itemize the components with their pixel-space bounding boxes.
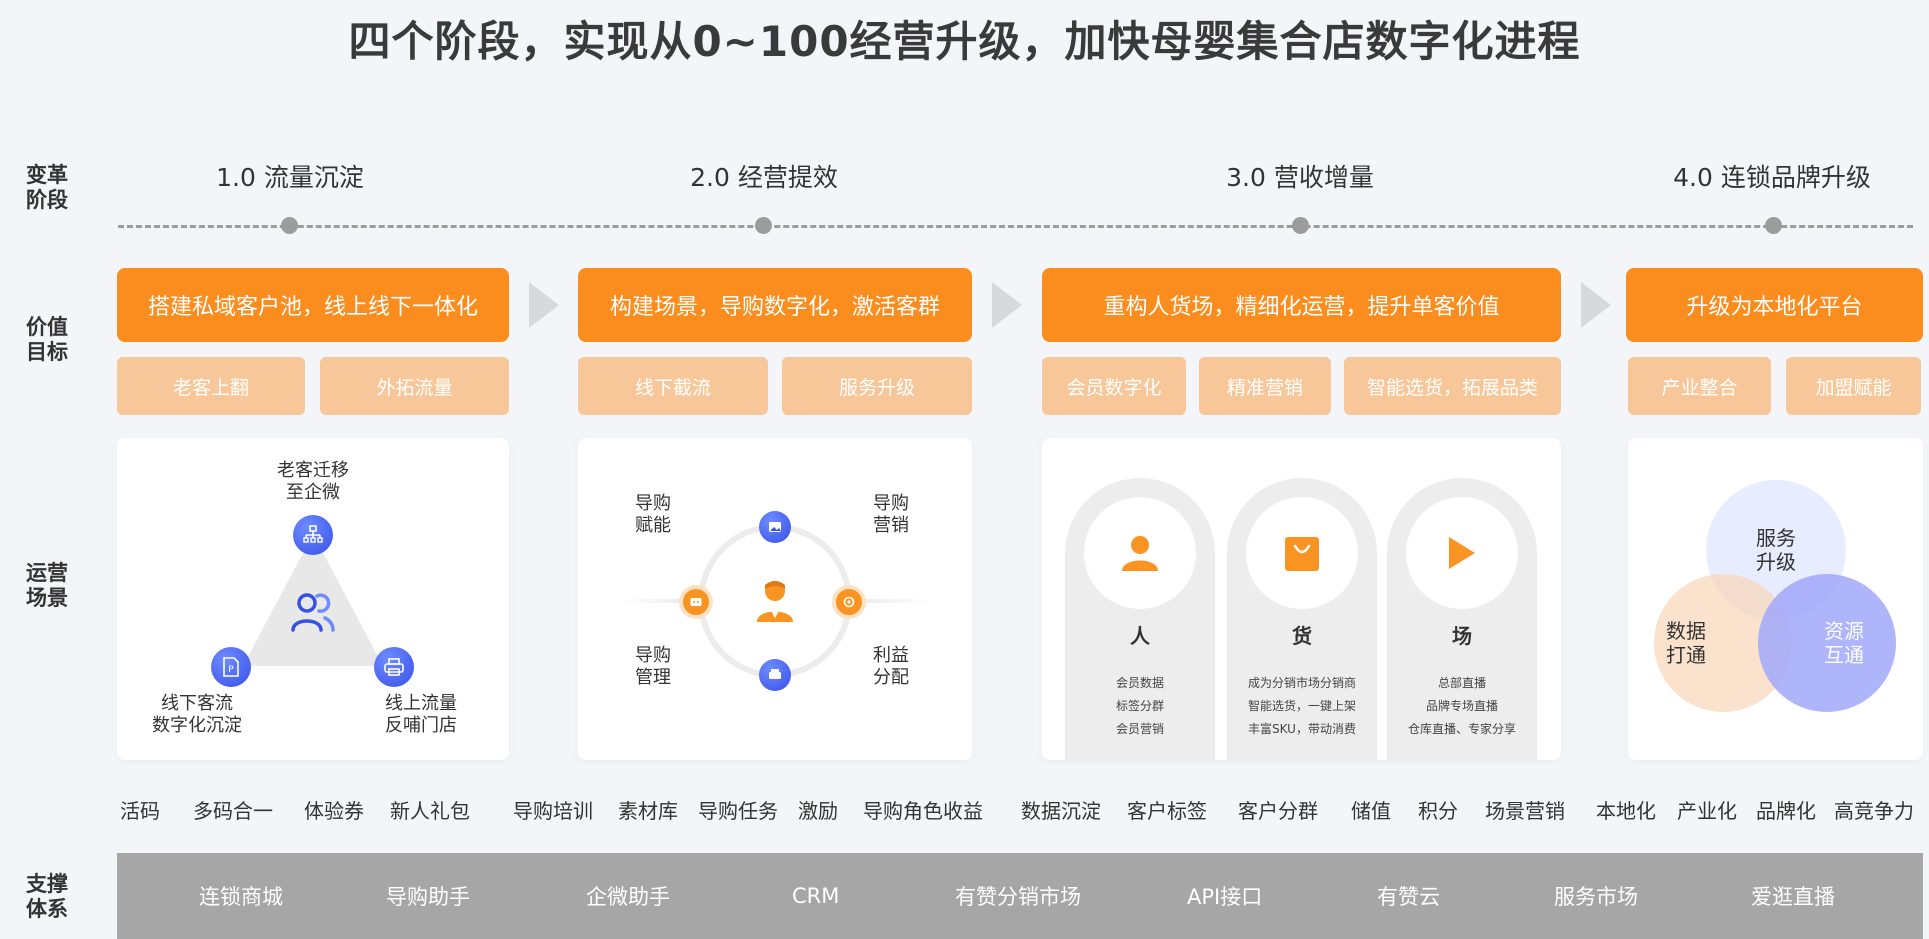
support-item: 有赞分销市场 xyxy=(955,885,1081,909)
chevron-right-icon xyxy=(1581,282,1611,328)
arch-text: 会员数据 标签分群 会员营销 xyxy=(1115,676,1164,736)
support-bar: 连锁商城 导购助手 企微助手 CRM 有赞分销市场 API接口 有赞云 服务市场… xyxy=(117,853,1923,939)
row-label-scene: 运营 场景 xyxy=(26,561,68,610)
arch-title: 场 xyxy=(1452,624,1472,648)
goal-4: 升级为本地化平台 xyxy=(1626,268,1923,342)
arch-title: 人 xyxy=(1130,624,1150,648)
timeline-dot-4 xyxy=(1765,217,1782,234)
label-left: 线下客流 数字化沉淀 xyxy=(152,693,242,736)
tag: 本地化 xyxy=(1596,799,1656,823)
support-item: 爱逛直播 xyxy=(1751,885,1835,909)
row-label-goal: 价值 目标 xyxy=(26,315,68,364)
tag: 数据沉淀 xyxy=(1021,799,1101,823)
stage-title-1: 1.0 流量沉淀 xyxy=(216,163,364,192)
stage-title-4: 4.0 连锁品牌升级 xyxy=(1673,163,1871,192)
target-icon xyxy=(832,585,866,619)
tag: 积分 xyxy=(1418,799,1458,823)
tag: 品牌化 xyxy=(1756,799,1816,823)
tag: 多码合一 xyxy=(193,799,273,823)
sub-goal: 外拓流量 xyxy=(320,357,509,415)
label-right: 线上流量 反哺门店 xyxy=(385,693,457,736)
arch-title: 货 xyxy=(1292,624,1312,648)
support-item: 连锁商城 xyxy=(199,885,283,909)
stage-title-3: 3.0 营收增量 xyxy=(1226,163,1374,192)
arch-text: 成为分销市场分销商 智能选货，一键上架 丰富SKU，带动消费 xyxy=(1247,676,1356,736)
page-title: 四个阶段，实现从0~100经营升级，加快母婴集合店数字化进程 xyxy=(348,17,1581,66)
scene-card-2: 导购 赋能 导购 营销 导购 管理 利益 分配 xyxy=(578,438,972,760)
people-icon xyxy=(289,590,337,638)
sub-goal: 智能选货，拓展品类 xyxy=(1344,357,1561,415)
support-item: 企微助手 xyxy=(586,885,670,909)
document-icon: P xyxy=(211,647,251,687)
person-icon xyxy=(1084,497,1196,609)
sub-goal: 线下截流 xyxy=(578,357,768,415)
sub-goal: 加盟赋能 xyxy=(1786,357,1921,415)
goal-2: 构建场景，导购数字化，激活客群 xyxy=(578,268,972,342)
timeline-line xyxy=(118,225,1913,228)
tag: 产业化 xyxy=(1677,799,1737,823)
tag: 导购培训 xyxy=(513,799,593,823)
tag: 激励 xyxy=(798,799,838,823)
tag: 活码 xyxy=(120,799,160,823)
row-label-stage: 变革 阶段 xyxy=(26,163,68,212)
shopping-guide-avatar-icon xyxy=(755,578,795,628)
printer-icon xyxy=(759,659,791,691)
tag: 素材库 xyxy=(618,799,678,823)
support-item: API接口 xyxy=(1187,885,1263,909)
sub-goal: 老客上翻 xyxy=(117,357,305,415)
tag: 客户分群 xyxy=(1238,799,1318,823)
sub-goal: 产业整合 xyxy=(1628,357,1771,415)
tag: 客户标签 xyxy=(1127,799,1207,823)
org-chart-icon xyxy=(293,515,333,555)
support-item: 有赞云 xyxy=(1377,885,1440,909)
label-bottom-left: 导购 管理 xyxy=(635,645,671,688)
image-icon xyxy=(759,511,791,543)
printer-icon xyxy=(374,647,414,687)
tag: 导购角色收益 xyxy=(863,799,983,823)
scene-card-4: 服务 升级 数据 打通 资源 互通 xyxy=(1628,438,1923,760)
chevron-right-icon xyxy=(992,282,1022,328)
goal-3: 重构人货场，精细化运营，提升单客价值 xyxy=(1042,268,1561,342)
stage-title-2: 2.0 经营提效 xyxy=(690,163,838,192)
play-icon xyxy=(1406,497,1518,609)
venn-circle-right: 资源 互通 xyxy=(1758,574,1896,712)
goal-1: 搭建私域客户池，线上线下一体化 xyxy=(117,268,509,342)
label-top-right: 导购 营销 xyxy=(873,493,909,536)
tag: 体验券 xyxy=(304,799,364,823)
arch-text: 总部直播 品牌专场直播 仓库直播、专家分享 xyxy=(1407,676,1516,736)
scene-card-1: 老客迁移 至企微 P 线下客流 数字化沉淀 线上流量 反哺门店 xyxy=(117,438,509,760)
support-item: CRM xyxy=(792,884,840,908)
arch-people: 人 会员数据 标签分群 会员营销 xyxy=(1065,478,1215,760)
tag: 导购任务 xyxy=(698,799,778,823)
timeline-dot-3 xyxy=(1292,217,1309,234)
chevron-right-icon xyxy=(529,282,559,328)
support-item: 导购助手 xyxy=(386,885,470,909)
tag: 场景营销 xyxy=(1485,799,1565,823)
sub-goal: 精准营销 xyxy=(1199,357,1331,415)
arch-goods: 货 成为分销市场分销商 智能选货，一键上架 丰富SKU，带动消费 xyxy=(1227,478,1377,760)
support-item: 服务市场 xyxy=(1554,885,1638,909)
shopping-bag-icon xyxy=(1246,497,1358,609)
sub-goal: 服务升级 xyxy=(782,357,972,415)
timeline-dot-2 xyxy=(755,217,772,234)
tag: 高竞争力 xyxy=(1834,799,1914,823)
timeline-dot-1 xyxy=(281,217,298,234)
label-top-left: 导购 赋能 xyxy=(635,493,671,536)
arch-scene: 场 总部直播 品牌专场直播 仓库直播、专家分享 xyxy=(1387,478,1537,760)
row-label-support: 支撑 体系 xyxy=(26,872,68,921)
svg-text:P: P xyxy=(228,665,234,675)
tag: 储值 xyxy=(1351,799,1391,823)
label-bottom-right: 利益 分配 xyxy=(873,645,909,688)
tag: 新人礼包 xyxy=(390,799,470,823)
sub-goal: 会员数字化 xyxy=(1042,357,1186,415)
wallet-icon xyxy=(679,585,713,619)
label-top: 老客迁移 至企微 xyxy=(277,460,349,503)
